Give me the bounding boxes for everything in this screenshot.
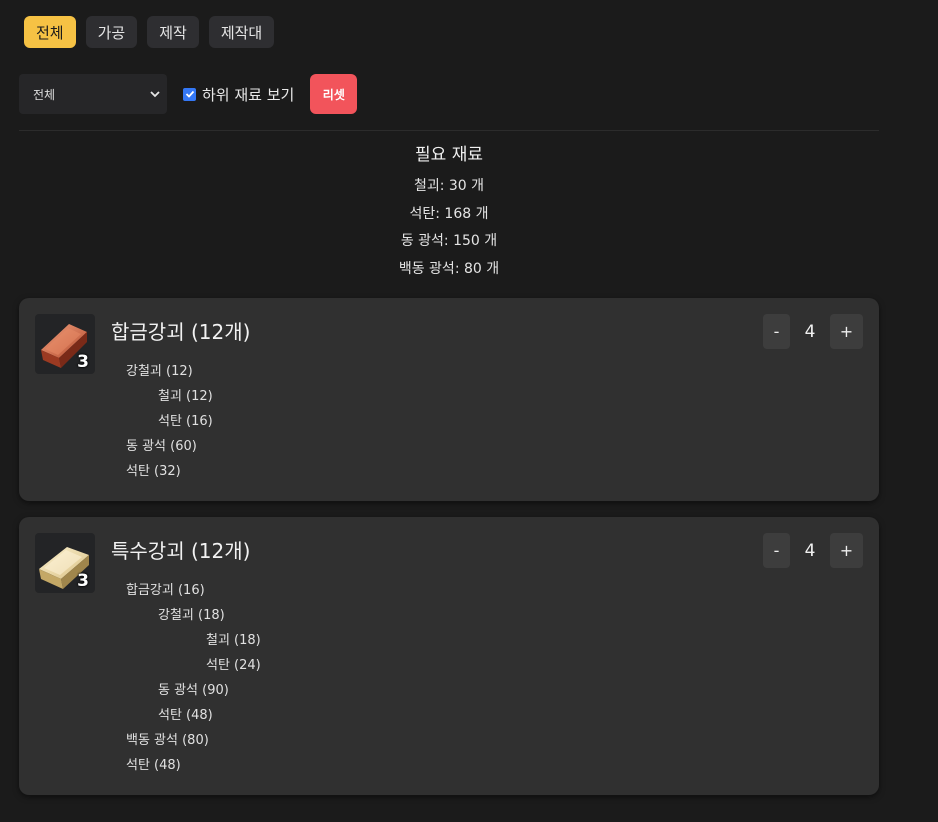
quantity-stepper: - 4 + xyxy=(763,533,863,568)
summary-line: 백동 광석: 80 개 xyxy=(398,260,500,277)
material-tree: 강철괴 (12) 철괴 (12) 석탄 (16) 동 광석 (60) 석탄 (3… xyxy=(126,359,213,484)
tree-node: 석탄 (48) xyxy=(158,708,213,723)
tree-node: 동 광석 (90) xyxy=(158,683,229,698)
increase-button[interactable]: + xyxy=(830,314,863,349)
recipe-card: 3 특수강괴 (12개) - 4 + 합금강괴 (16) 강철괴 (18) 철괴… xyxy=(19,517,879,795)
tree-node: 석탄 (16) xyxy=(158,414,213,429)
decrease-button[interactable]: - xyxy=(763,533,790,568)
show-sub-materials-checkbox[interactable] xyxy=(183,87,196,101)
tree-node: 합금강괴 (16) xyxy=(126,583,205,598)
show-sub-materials-toggle[interactable]: 하위 재료 보기 xyxy=(183,84,294,105)
show-sub-materials-label: 하위 재료 보기 xyxy=(202,85,295,104)
material-tree: 합금강괴 (16) 강철괴 (18) 철괴 (18) 석탄 (24) 동 광석 … xyxy=(126,578,261,778)
tree-node: 강철괴 (12) xyxy=(126,364,193,379)
quantity-value: 4 xyxy=(804,540,816,561)
item-icon-count: 3 xyxy=(77,571,89,591)
required-materials-summary: 필요 재료 철괴: 30 개 석탄: 168 개 동 광석: 150 개 백동 … xyxy=(19,140,879,283)
category-select[interactable]: 전체 xyxy=(19,74,167,114)
summary-title: 필요 재료 xyxy=(415,145,483,165)
recipe-card: 3 합금강괴 (12개) - 4 + 강철괴 (12) 철괴 (12) 석탄 (… xyxy=(19,298,879,501)
card-title: 합금강괴 (12개) xyxy=(111,320,251,344)
divider xyxy=(19,130,879,131)
tree-node: 철괴 (12) xyxy=(158,389,213,404)
chevron-down-icon xyxy=(150,91,160,98)
summary-line: 동 광석: 150 개 xyxy=(400,233,498,249)
quantity-value: 4 xyxy=(804,321,816,342)
tree-node: 석탄 (24) xyxy=(206,658,261,673)
category-select-value: 전체 xyxy=(33,87,56,102)
item-icon-count: 3 xyxy=(77,352,89,372)
tree-node: 석탄 (48) xyxy=(126,758,181,773)
tree-node: 철괴 (18) xyxy=(206,633,261,648)
item-icon-box: 3 xyxy=(35,314,95,374)
tree-node: 동 광석 (60) xyxy=(126,439,197,454)
tab-processing[interactable]: 가공 xyxy=(85,16,138,48)
tree-node: 강철괴 (18) xyxy=(158,608,225,623)
tab-workbench[interactable]: 제작대 xyxy=(208,16,275,48)
increase-button[interactable]: + xyxy=(830,533,863,568)
decrease-button[interactable]: - xyxy=(763,314,790,349)
check-icon xyxy=(185,90,194,98)
summary-line: 철괴: 30 개 xyxy=(413,178,485,194)
card-title: 특수강괴 (12개) xyxy=(111,539,251,563)
filter-bar: 전체 하위 재료 보기 리셋 xyxy=(19,74,358,114)
tab-crafting[interactable]: 제작 xyxy=(147,16,199,48)
tree-node: 석탄 (32) xyxy=(126,464,181,479)
item-icon-box: 3 xyxy=(35,533,95,593)
category-tabs: 전체 가공 제작 제작대 xyxy=(24,16,275,48)
tab-all[interactable]: 전체 xyxy=(24,16,76,48)
quantity-stepper: - 4 + xyxy=(763,314,863,349)
reset-button[interactable]: 리셋 xyxy=(310,74,358,114)
summary-line: 석탄: 168 개 xyxy=(409,205,489,222)
tree-node: 백동 광석 (80) xyxy=(126,733,209,748)
